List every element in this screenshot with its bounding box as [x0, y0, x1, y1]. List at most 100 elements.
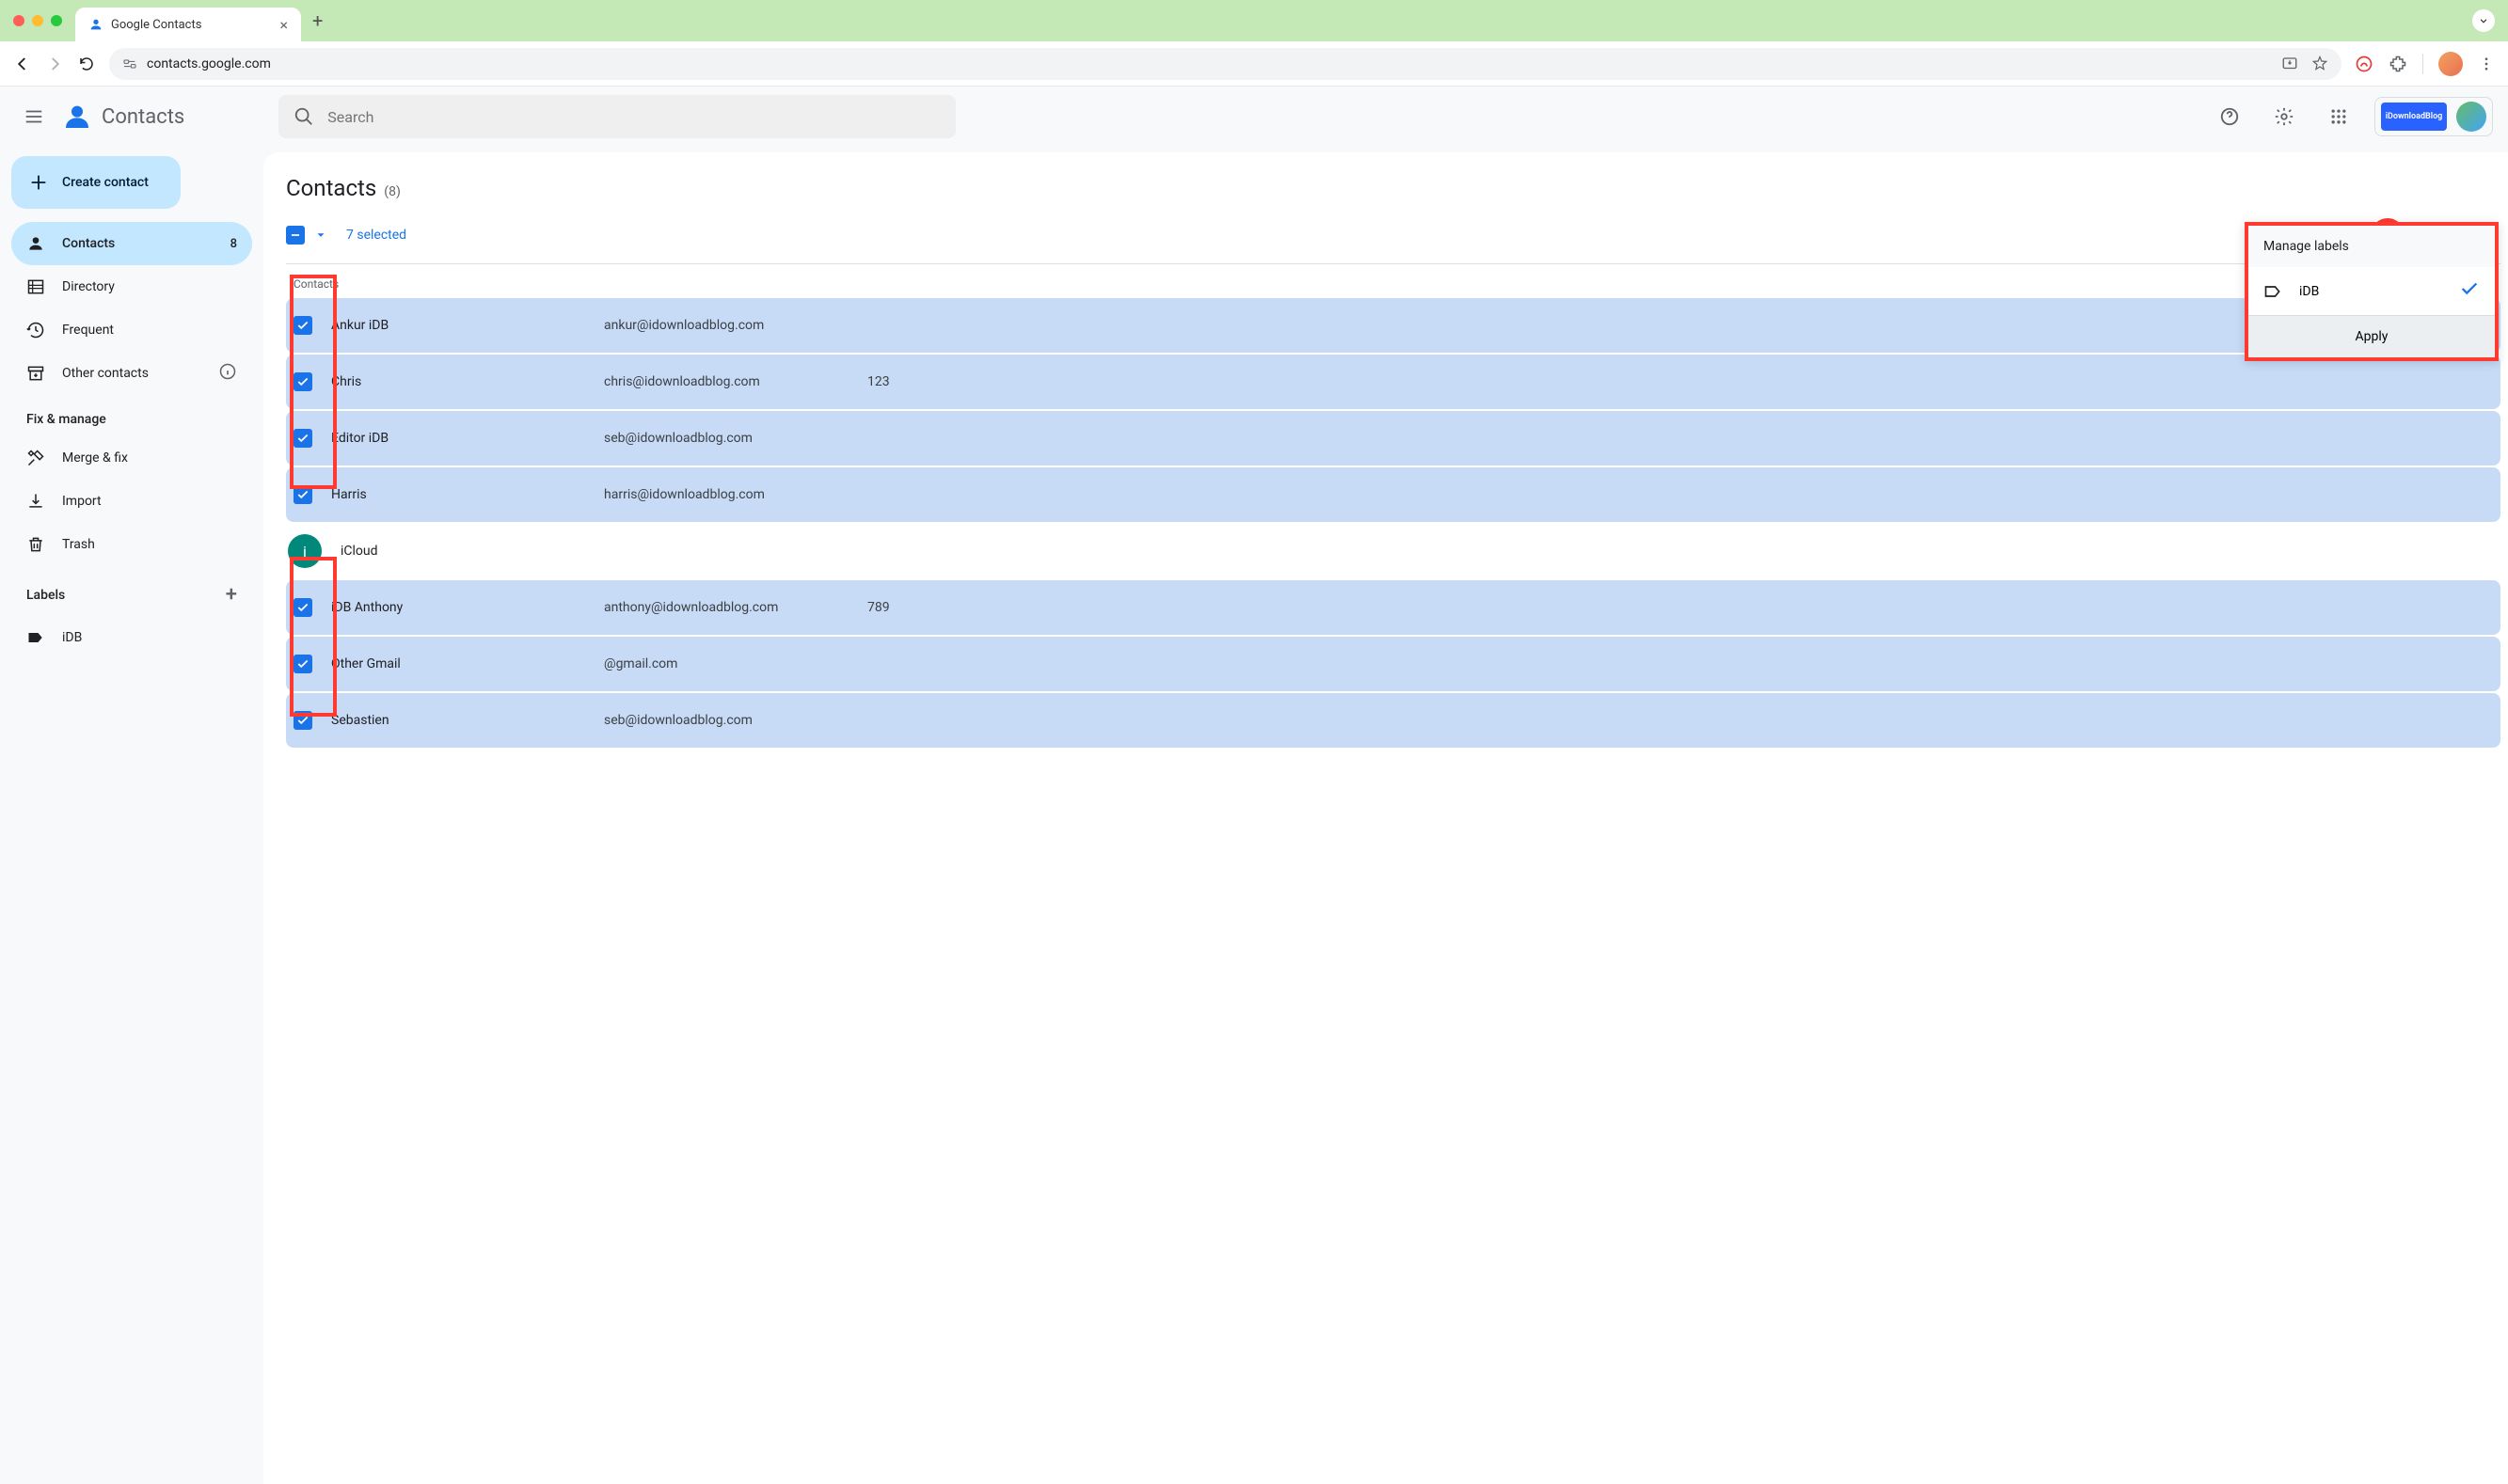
reload-button[interactable]: [77, 55, 96, 73]
row-checkbox[interactable]: [294, 485, 312, 504]
check-icon: [296, 488, 310, 501]
check-icon: [296, 375, 310, 388]
tab-title: Google Contacts: [111, 18, 201, 32]
indeterminate-icon: [289, 229, 302, 242]
sidebar-item-label: Contacts: [62, 236, 115, 251]
page-title: Contacts (8): [286, 175, 2500, 201]
label-icon: [26, 628, 45, 647]
sidebar-item-trash[interactable]: Trash: [11, 523, 252, 566]
sidebar-label-idb[interactable]: iDB: [11, 616, 252, 659]
contact-email: seb@idownloadblog.com: [604, 713, 849, 728]
sidebar-item-merge-fix[interactable]: Merge & fix: [11, 436, 252, 480]
extensions-icon[interactable]: [2389, 55, 2407, 73]
contact-row[interactable]: Ankur iDBankur@idownloadblog.com: [286, 298, 2500, 353]
contact-row[interactable]: Other Gmail @gmail.com: [286, 637, 2500, 691]
contact-row[interactable]: iDB Anthonyanthony@idownloadblog.com789: [286, 580, 2500, 635]
bookmark-star-icon[interactable]: [2311, 55, 2328, 72]
account-switcher[interactable]: iDownloadBlog: [2374, 97, 2493, 136]
address-bar[interactable]: contacts.google.com: [109, 48, 2341, 80]
contact-email: @gmail.com: [604, 656, 849, 671]
contact-row[interactable]: Chris chris@idownloadblog.com 123: [286, 355, 2500, 409]
close-window-icon[interactable]: [13, 15, 24, 26]
row-checkbox[interactable]: [294, 655, 312, 673]
new-tab-button[interactable]: +: [312, 9, 323, 32]
browser-tab-bar: Google Contacts × +: [0, 0, 2508, 41]
search-input[interactable]: [327, 108, 941, 126]
check-icon: [296, 657, 310, 671]
add-label-button[interactable]: +: [226, 583, 237, 607]
install-app-icon[interactable]: [2281, 55, 2298, 72]
create-contact-button[interactable]: Create contact: [11, 156, 181, 209]
contact-name: Ankur iDB: [331, 318, 585, 333]
contact-email: harris@idownloadblog.com: [604, 487, 849, 502]
popup-label-name: iDB: [2299, 284, 2319, 299]
popup-title: Manage labels: [2248, 226, 2495, 267]
contact-name: iDB Anthony: [331, 600, 585, 615]
contact-row[interactable]: Sebastienseb@idownloadblog.com: [286, 693, 2500, 748]
site-settings-icon[interactable]: [122, 56, 137, 71]
archive-icon: [26, 364, 45, 383]
row-checkbox[interactable]: [294, 429, 312, 448]
profile-avatar[interactable]: [2438, 52, 2463, 76]
search-icon: [294, 106, 314, 127]
window-controls: [13, 15, 62, 26]
sidebar-item-other-contacts[interactable]: Other contacts: [11, 352, 252, 395]
help-button[interactable]: [2211, 98, 2248, 135]
selection-dropdown-icon[interactable]: [314, 229, 327, 242]
checkmark-icon: [2459, 278, 2480, 304]
tabs-overflow-button[interactable]: [2472, 9, 2495, 32]
user-avatar: [2456, 102, 2486, 132]
safeway-extension-icon[interactable]: [2355, 55, 2373, 73]
trash-icon: [26, 535, 45, 554]
row-checkbox[interactable]: [294, 598, 312, 617]
sidebar: Create contact Contacts 8 Directory Freq…: [0, 147, 263, 1484]
back-button[interactable]: [13, 55, 32, 73]
contact-row[interactable]: Editor iDBseb@idownloadblog.com: [286, 411, 2500, 466]
browser-menu-icon[interactable]: [2478, 55, 2495, 72]
contact-name: Other Gmail: [331, 656, 585, 671]
contact-phone: 123: [867, 374, 890, 389]
minimize-window-icon[interactable]: [32, 15, 43, 26]
contacts-count: 8: [230, 237, 237, 251]
sidebar-item-import[interactable]: Import: [11, 480, 252, 523]
page-count: (8): [384, 184, 401, 199]
close-tab-icon[interactable]: ×: [279, 16, 288, 34]
contacts-subhead: Contacts: [286, 264, 2500, 298]
forward-button[interactable]: [45, 55, 64, 73]
contact-row[interactable]: iiCloud: [286, 524, 2500, 578]
sidebar-item-label: Directory: [62, 279, 115, 294]
row-checkbox[interactable]: [294, 372, 312, 391]
help-icon: [2219, 106, 2240, 127]
apply-button[interactable]: Apply: [2248, 315, 2495, 357]
browser-tab[interactable]: Google Contacts ×: [75, 8, 301, 41]
divider: [2422, 54, 2423, 74]
plus-icon: [28, 172, 49, 193]
main-menu-button[interactable]: [15, 98, 53, 135]
labels-header: Labels +: [11, 566, 252, 616]
contact-email: chris@idownloadblog.com: [604, 374, 849, 389]
row-checkbox[interactable]: [294, 316, 312, 335]
sidebar-item-directory[interactable]: Directory: [11, 265, 252, 308]
tools-icon: [26, 449, 45, 467]
search-box[interactable]: [278, 95, 956, 138]
sidebar-item-label: Other contacts: [62, 366, 149, 381]
directory-icon: [26, 277, 45, 296]
history-icon: [26, 321, 45, 339]
contact-name: Chris: [331, 374, 585, 389]
sidebar-item-label: Frequent: [62, 323, 114, 338]
check-icon: [296, 601, 310, 614]
contact-phone: 789: [867, 600, 890, 615]
hamburger-icon: [24, 106, 44, 127]
contact-row[interactable]: Harrisharris@idownloadblog.com: [286, 467, 2500, 522]
info-icon[interactable]: [218, 362, 237, 385]
row-checkbox[interactable]: [294, 711, 312, 730]
apps-button[interactable]: [2320, 98, 2357, 135]
label-outline-icon: [2263, 282, 2282, 301]
select-all-checkbox[interactable]: [286, 226, 305, 245]
sidebar-item-contacts[interactable]: Contacts 8: [11, 222, 252, 265]
maximize-window-icon[interactable]: [51, 15, 62, 26]
settings-button[interactable]: [2265, 98, 2303, 135]
labels-header-text: Labels: [26, 588, 65, 603]
sidebar-item-frequent[interactable]: Frequent: [11, 308, 252, 352]
popup-label-item[interactable]: iDB: [2248, 267, 2495, 315]
